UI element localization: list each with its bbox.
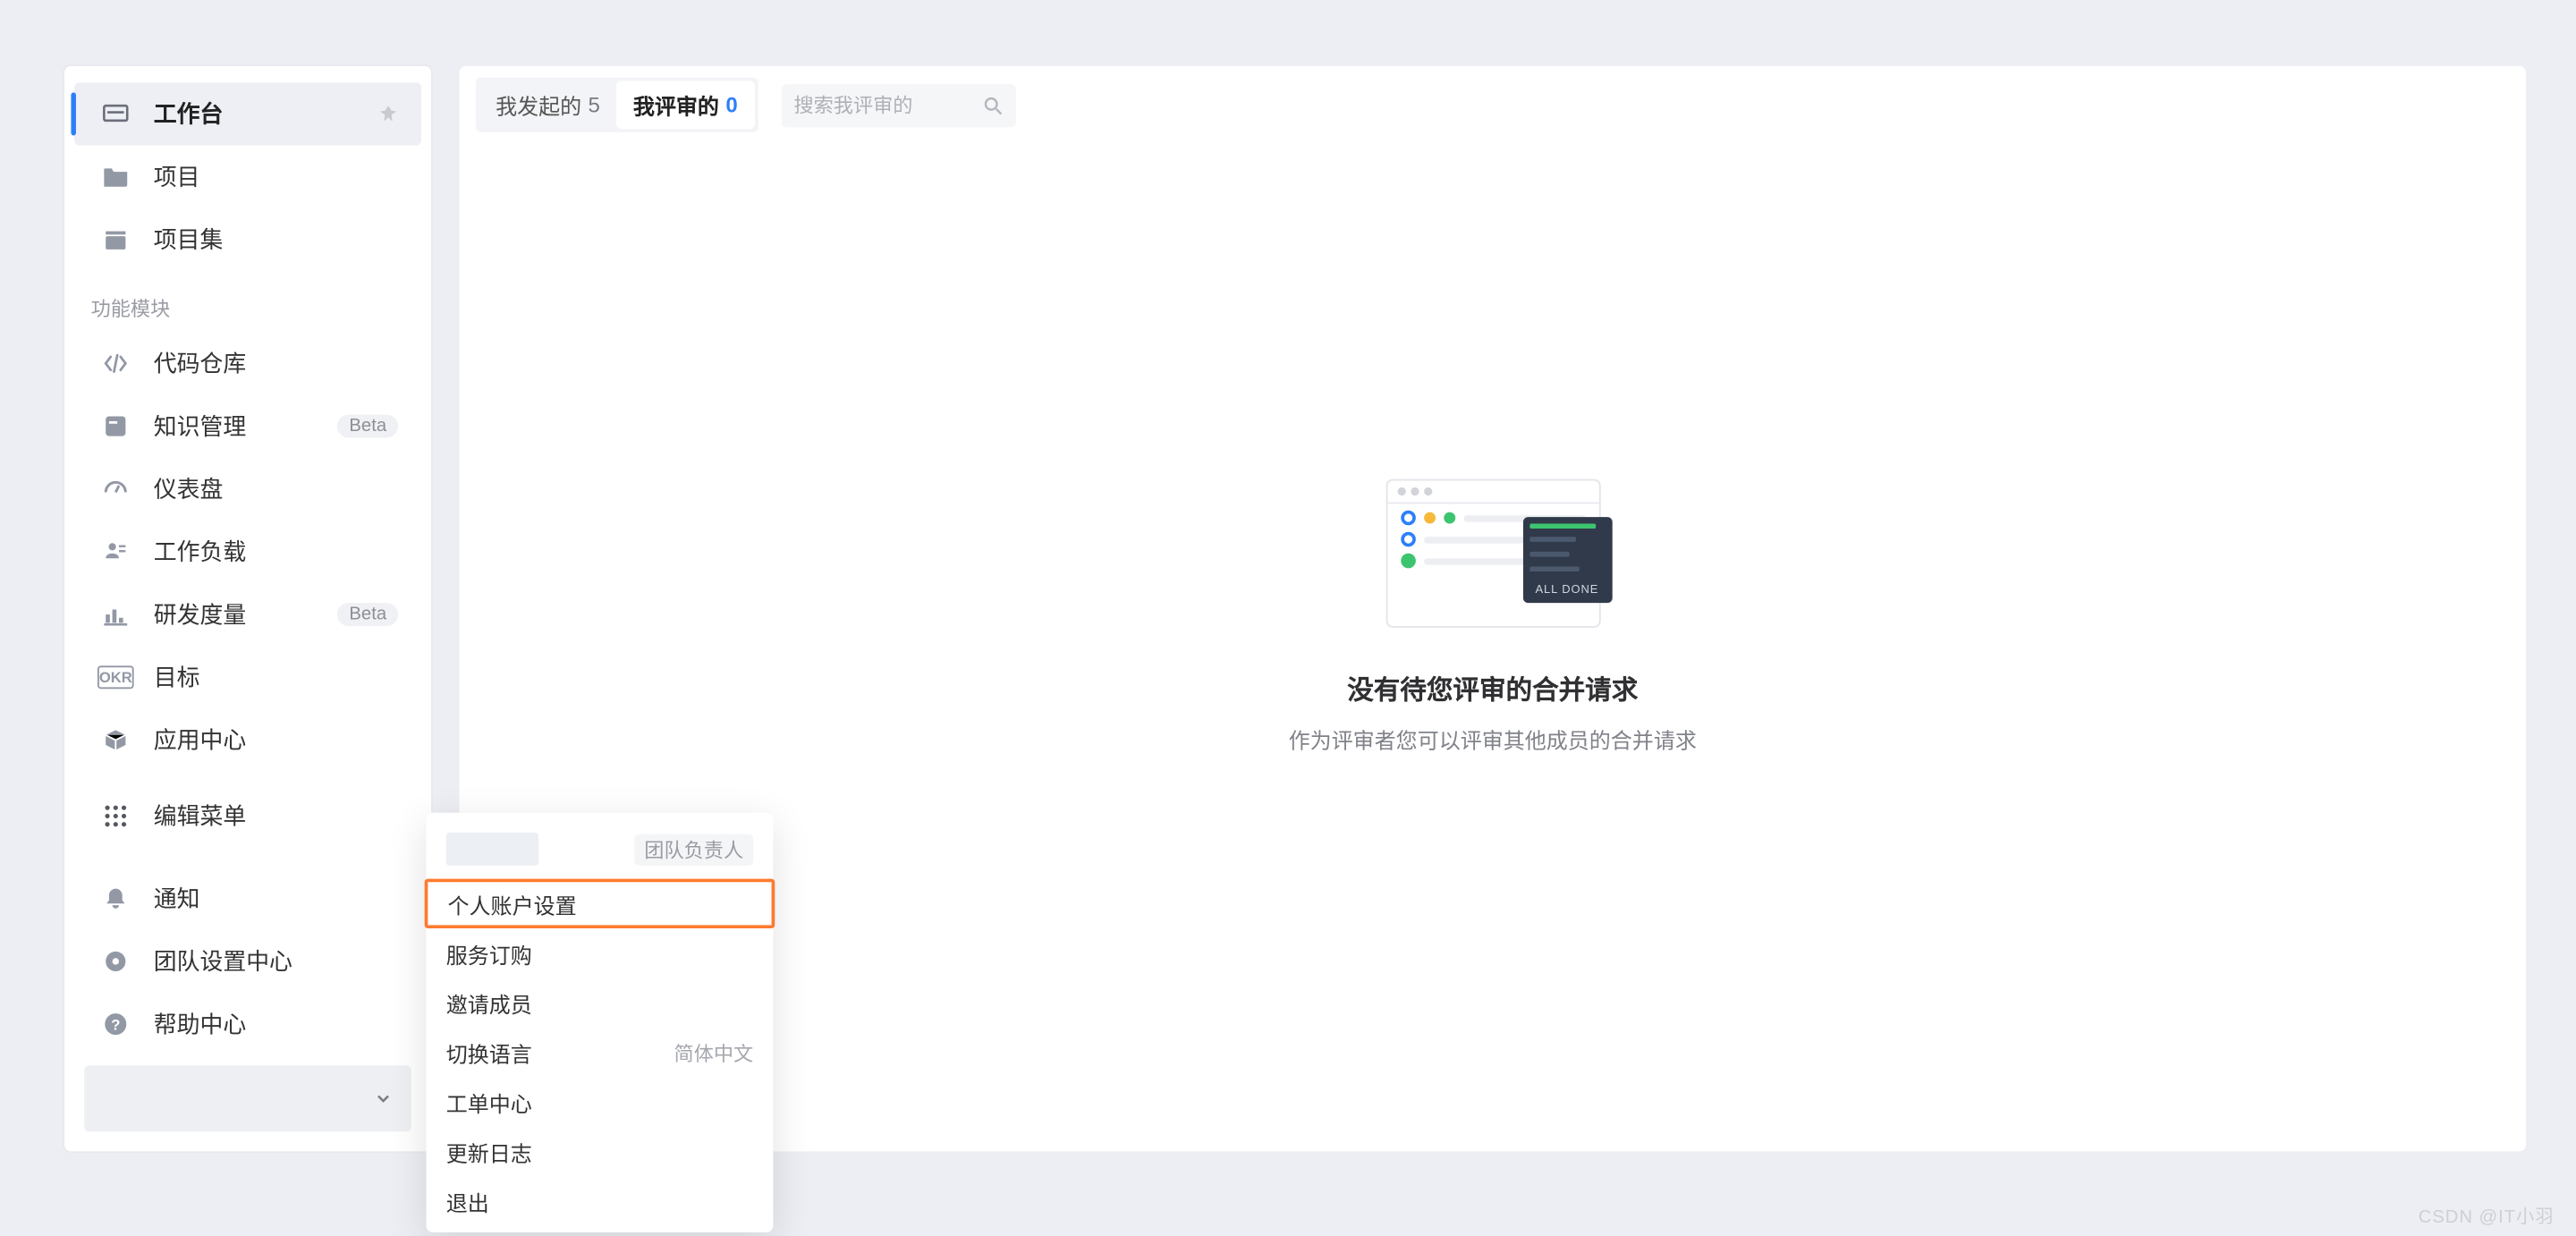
sidebar-item-project-set[interactable]: 项目集 bbox=[74, 208, 421, 271]
empty-state: ALL DONE 没有待您评审的合并请求 作为评审者您可以评审其他成员的合并请求 bbox=[459, 479, 2526, 755]
menu-item-label: 工单中心 bbox=[446, 1086, 532, 1117]
pin-icon[interactable] bbox=[378, 104, 398, 123]
tab-count: 5 bbox=[589, 92, 600, 117]
team-switcher[interactable] bbox=[84, 1065, 411, 1131]
workload-icon bbox=[97, 538, 134, 565]
tab-initiated[interactable]: 我发起的 5 bbox=[479, 81, 617, 130]
popover-header: 团队负责人 bbox=[427, 826, 774, 879]
folder-icon bbox=[97, 164, 134, 190]
sidebar-item-label: 代码仓库 bbox=[154, 347, 398, 380]
menu-item-invite[interactable]: 邀请成员 bbox=[427, 978, 774, 1027]
menu-item-label: 退出 bbox=[446, 1185, 489, 1216]
gauge-icon bbox=[97, 476, 134, 503]
user-name-placeholder bbox=[446, 833, 538, 866]
menu-item-label: 服务订购 bbox=[446, 937, 532, 969]
sidebar-item-workload[interactable]: 工作负载 bbox=[74, 521, 421, 583]
sidebar-item-metrics[interactable]: 研发度量 Beta bbox=[74, 583, 421, 646]
menu-item-ticket[interactable]: 工单中心 bbox=[427, 1077, 774, 1126]
knowledge-icon bbox=[97, 413, 134, 440]
menu-item-logout[interactable]: 退出 bbox=[427, 1176, 774, 1225]
menu-item-subscription[interactable]: 服务订购 bbox=[427, 928, 774, 978]
illus-text: ALL DONE bbox=[1529, 585, 1605, 597]
sidebar-item-label: 项目集 bbox=[154, 223, 398, 256]
sidebar-item-team-settings[interactable]: 团队设置中心 bbox=[74, 930, 421, 993]
empty-title: 没有待您评审的合并请求 bbox=[1347, 667, 1638, 707]
beta-badge: Beta bbox=[337, 603, 398, 626]
menu-item-label: 个人账户设置 bbox=[448, 888, 577, 919]
menu-item-label: 邀请成员 bbox=[446, 987, 532, 1019]
sidebar: 工作台 项目 项目集 功能模块 bbox=[64, 66, 431, 1151]
menu-item-changelog[interactable]: 更新日志 bbox=[427, 1127, 774, 1176]
sidebar-item-label: 仪表盘 bbox=[154, 472, 398, 505]
sidebar-item-dashboard[interactable]: 仪表盘 bbox=[74, 458, 421, 521]
tab-label: 我发起的 bbox=[496, 89, 581, 121]
sidebar-item-knowledge[interactable]: 知识管理 Beta bbox=[74, 394, 421, 457]
search-icon bbox=[982, 95, 1002, 114]
sidebar-item-label: 应用中心 bbox=[154, 724, 398, 757]
menu-item-label: 切换语言 bbox=[446, 1037, 532, 1068]
sidebar-item-label: 研发度量 bbox=[154, 598, 338, 631]
okr-icon: OKR bbox=[97, 665, 134, 689]
user-menu-popover: 团队负责人 个人账户设置 服务订购 邀请成员 切换语言 简体中文 工单中心 更新… bbox=[427, 813, 774, 1232]
tab-review[interactable]: 我评审的 0 bbox=[616, 81, 754, 130]
beta-badge: Beta bbox=[337, 415, 398, 438]
project-set-icon bbox=[97, 226, 134, 253]
menu-item-language[interactable]: 切换语言 简体中文 bbox=[427, 1028, 774, 1077]
sidebar-item-label: 通知 bbox=[154, 882, 398, 915]
sidebar-item-project[interactable]: 项目 bbox=[74, 146, 421, 208]
help-icon: ? bbox=[97, 1011, 134, 1037]
sidebar-item-app-center[interactable]: 应用中心 bbox=[74, 708, 421, 771]
sidebar-item-okr[interactable]: OKR 目标 bbox=[74, 646, 421, 708]
search-box[interactable] bbox=[781, 83, 1015, 126]
sidebar-item-label: 目标 bbox=[154, 661, 398, 694]
box-icon bbox=[97, 727, 134, 754]
sidebar-item-code-repo[interactable]: 代码仓库 bbox=[74, 332, 421, 394]
section-title-modules: 功能模块 bbox=[74, 271, 421, 332]
search-input[interactable] bbox=[793, 93, 971, 116]
gear-icon bbox=[97, 948, 134, 975]
menu-item-right: 简体中文 bbox=[674, 1038, 754, 1066]
sidebar-item-workbench[interactable]: 工作台 bbox=[74, 82, 421, 145]
sidebar-item-edit-menu[interactable]: 编辑菜单 bbox=[74, 784, 421, 847]
menu-item-label: 更新日志 bbox=[446, 1136, 532, 1167]
workbench-icon bbox=[97, 101, 134, 128]
grid-icon bbox=[97, 803, 134, 830]
menu-item-account-settings[interactable]: 个人账户设置 bbox=[425, 879, 775, 928]
tab-group: 我发起的 5 我评审的 0 bbox=[476, 78, 758, 132]
bell-icon bbox=[97, 885, 134, 912]
sidebar-item-label: 工作负载 bbox=[154, 535, 398, 568]
watermark: CSDN @IT小羽 bbox=[2419, 1203, 2555, 1230]
caret-down-icon bbox=[375, 1090, 391, 1106]
tab-label: 我评审的 bbox=[633, 89, 719, 121]
empty-illustration: ALL DONE bbox=[1385, 479, 1600, 628]
chart-bar-icon bbox=[97, 601, 134, 628]
sidebar-item-label: 团队设置中心 bbox=[154, 944, 398, 978]
sidebar-footer: 通知 团队设置中心 ? 帮助中心 bbox=[64, 858, 431, 1152]
sidebar-item-label: 知识管理 bbox=[154, 410, 338, 443]
sidebar-item-label: 项目 bbox=[154, 160, 398, 193]
sidebar-item-label: 编辑菜单 bbox=[154, 800, 398, 833]
sidebar-item-notifications[interactable]: 通知 bbox=[74, 868, 421, 930]
code-icon bbox=[97, 351, 134, 377]
svg-text:?: ? bbox=[111, 1017, 120, 1034]
sidebar-item-label: 帮助中心 bbox=[154, 1008, 398, 1041]
tab-count: 0 bbox=[725, 92, 737, 117]
sidebar-item-help[interactable]: ? 帮助中心 bbox=[74, 993, 421, 1055]
user-role-badge: 团队负责人 bbox=[634, 834, 753, 865]
empty-subtitle: 作为评审者您可以评审其他成员的合并请求 bbox=[1289, 724, 1697, 755]
tabs-row: 我发起的 5 我评审的 0 bbox=[459, 66, 2526, 132]
sidebar-item-label: 工作台 bbox=[154, 97, 378, 131]
